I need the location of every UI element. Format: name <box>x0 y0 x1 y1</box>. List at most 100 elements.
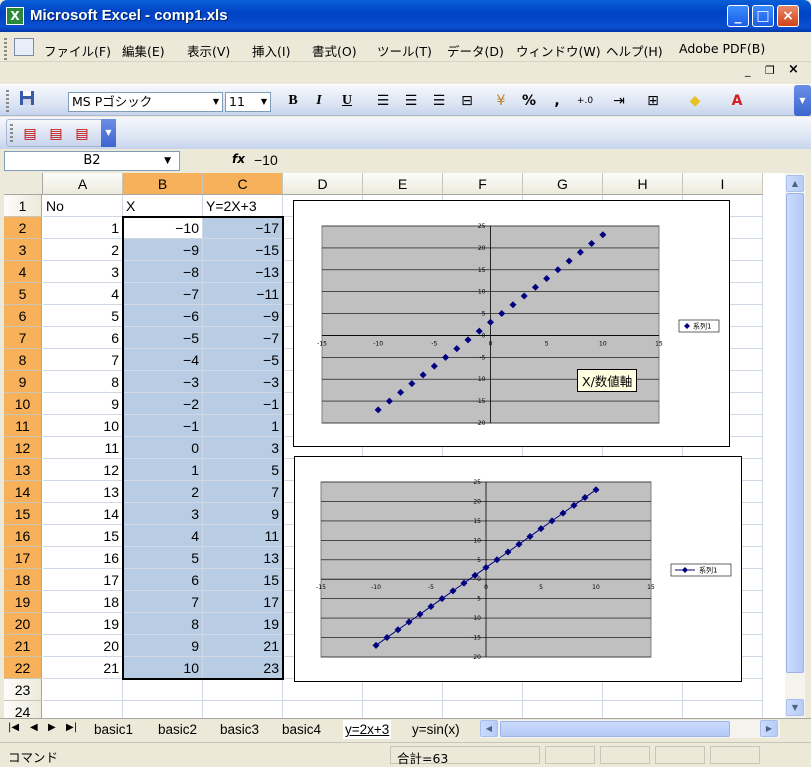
menu-data[interactable]: データ(D) <box>447 41 504 60</box>
row-header-5[interactable]: 5 <box>4 283 42 305</box>
cell-a2[interactable]: 1 <box>43 217 123 239</box>
row-header-3[interactable]: 3 <box>4 239 42 261</box>
cell-c10[interactable]: −1 <box>203 393 283 415</box>
cell-a19[interactable]: 18 <box>43 591 123 613</box>
menu-grip[interactable] <box>4 38 7 60</box>
underline-button[interactable]: U <box>336 90 358 112</box>
tab-basic4[interactable]: basic4 <box>280 720 323 739</box>
cell-i24[interactable] <box>683 701 763 718</box>
chart-2[interactable]: 25 20 15 10 5 0 -5 -10 -15 -20 -15 -10 -5 0 5 10 15 系列1 <box>294 456 742 682</box>
row-header-4[interactable]: 4 <box>4 261 42 283</box>
cell-a16[interactable]: 15 <box>43 525 123 547</box>
cell-b24[interactable] <box>123 701 203 718</box>
cell-a15[interactable]: 14 <box>43 503 123 525</box>
cell-c20[interactable]: 19 <box>203 613 283 635</box>
menu-file[interactable]: ファイル(F) <box>44 41 111 60</box>
cell-a24[interactable] <box>43 701 123 718</box>
cell-c9[interactable]: −3 <box>203 371 283 393</box>
increase-decimal-button[interactable]: +.0 <box>574 90 596 112</box>
menu-help[interactable]: ヘルプ(H) <box>606 41 663 60</box>
row-header-2[interactable]: 2 <box>4 217 42 239</box>
cell-c1[interactable]: Y=2X+3 <box>203 195 283 217</box>
cell-c21[interactable]: 21 <box>203 635 283 657</box>
italic-button[interactable]: I <box>308 90 330 112</box>
cell-a18[interactable]: 17 <box>43 569 123 591</box>
cell-a4[interactable]: 3 <box>43 261 123 283</box>
menu-adobe-pdf[interactable]: Adobe PDF(B) <box>679 41 765 56</box>
save-icon[interactable] <box>16 90 38 112</box>
cell-c8[interactable]: −5 <box>203 349 283 371</box>
row-header-22[interactable]: 22 <box>4 657 42 679</box>
cell-c14[interactable]: 7 <box>203 481 283 503</box>
cell-c7[interactable]: −7 <box>203 327 283 349</box>
pdf-mail-icon[interactable]: ▤ <box>45 123 67 145</box>
cell-a12[interactable]: 11 <box>43 437 123 459</box>
column-header-d[interactable]: D <box>283 173 363 195</box>
cell-a23[interactable] <box>43 679 123 701</box>
column-header-c[interactable]: C <box>203 173 283 195</box>
tab-next-button[interactable]: ▶ <box>48 722 56 733</box>
cell-b19[interactable]: 7 <box>123 591 203 613</box>
cell-a9[interactable]: 8 <box>43 371 123 393</box>
minimize-button[interactable]: _ <box>727 5 749 27</box>
cell-b6[interactable]: −6 <box>123 305 203 327</box>
column-header-g[interactable]: G <box>523 173 603 195</box>
cell-b20[interactable]: 8 <box>123 613 203 635</box>
cell-c6[interactable]: −9 <box>203 305 283 327</box>
excel-app-icon[interactable]: X <box>6 7 24 25</box>
cell-a13[interactable]: 12 <box>43 459 123 481</box>
pdf-toolbar-options-icon[interactable]: ▼ <box>101 119 116 147</box>
cell-f24[interactable] <box>443 701 523 718</box>
cell-b15[interactable]: 3 <box>123 503 203 525</box>
font-color-icon[interactable]: A <box>726 90 748 112</box>
row-header-19[interactable]: 19 <box>4 591 42 613</box>
cell-a17[interactable]: 16 <box>43 547 123 569</box>
cell-b3[interactable]: −9 <box>123 239 203 261</box>
menu-view[interactable]: 表示(V) <box>187 41 230 60</box>
doc-minimize-button[interactable]: _ <box>745 64 751 77</box>
row-header-15[interactable]: 15 <box>4 503 42 525</box>
cell-b16[interactable]: 4 <box>123 525 203 547</box>
tab-first-button[interactable]: |◀ <box>8 722 19 733</box>
horizontal-scroll-thumb[interactable] <box>500 721 730 737</box>
cell-a7[interactable]: 6 <box>43 327 123 349</box>
row-header-11[interactable]: 11 <box>4 415 42 437</box>
row-header-9[interactable]: 9 <box>4 371 42 393</box>
row-header-16[interactable]: 16 <box>4 525 42 547</box>
cell-c5[interactable]: −11 <box>203 283 283 305</box>
row-header-18[interactable]: 18 <box>4 569 42 591</box>
tab-y-sin-x[interactable]: y=sin(x) <box>410 720 462 739</box>
cell-c2[interactable]: −17 <box>203 217 283 239</box>
cell-c17[interactable]: 13 <box>203 547 283 569</box>
tab-basic2[interactable]: basic2 <box>156 720 199 739</box>
row-header-10[interactable]: 10 <box>4 393 42 415</box>
horizontal-scrollbar[interactable]: ◀ ▶ <box>480 720 780 738</box>
cell-c4[interactable]: −13 <box>203 261 283 283</box>
scroll-up-button[interactable]: ▲ <box>786 175 804 192</box>
cell-b2[interactable]: −10 <box>123 217 203 239</box>
cell-a11[interactable]: 10 <box>43 415 123 437</box>
cell-b10[interactable]: −2 <box>123 393 203 415</box>
worksheet-grid[interactable]: A B C D E F G H I 1 2 3 4 5 6 7 8 9 10 11 12 13 14 15 16 17 18 19 20… <box>4 173 785 718</box>
cell-b22[interactable]: 10 <box>123 657 203 679</box>
align-center-icon[interactable]: ☰ <box>400 90 422 112</box>
menu-insert[interactable]: 挿入(I) <box>252 41 290 60</box>
cell-b1[interactable]: X <box>123 195 203 217</box>
row-header-6[interactable]: 6 <box>4 305 42 327</box>
cell-c15[interactable]: 9 <box>203 503 283 525</box>
cell-c3[interactable]: −15 <box>203 239 283 261</box>
doc-close-button[interactable]: × <box>788 62 799 77</box>
chart-1[interactable]: 25 20 15 10 5 0 -5 -10 -15 -20 -15 -10 -5 0 5 10 15 系列1 <box>293 200 730 447</box>
tab-prev-button[interactable]: ◀ <box>30 722 38 733</box>
cell-a21[interactable]: 20 <box>43 635 123 657</box>
percent-button[interactable]: % <box>518 90 540 112</box>
cell-e24[interactable] <box>363 701 443 718</box>
row-header-21[interactable]: 21 <box>4 635 42 657</box>
cell-a3[interactable]: 2 <box>43 239 123 261</box>
toolbar-options-icon[interactable]: ▼ <box>794 85 811 116</box>
chevron-down-icon[interactable]: ▼ <box>210 93 222 111</box>
cell-c12[interactable]: 3 <box>203 437 283 459</box>
column-header-b[interactable]: B <box>123 173 203 195</box>
doc-restore-button[interactable]: ❐ <box>765 64 775 77</box>
bold-button[interactable]: B <box>282 90 304 112</box>
